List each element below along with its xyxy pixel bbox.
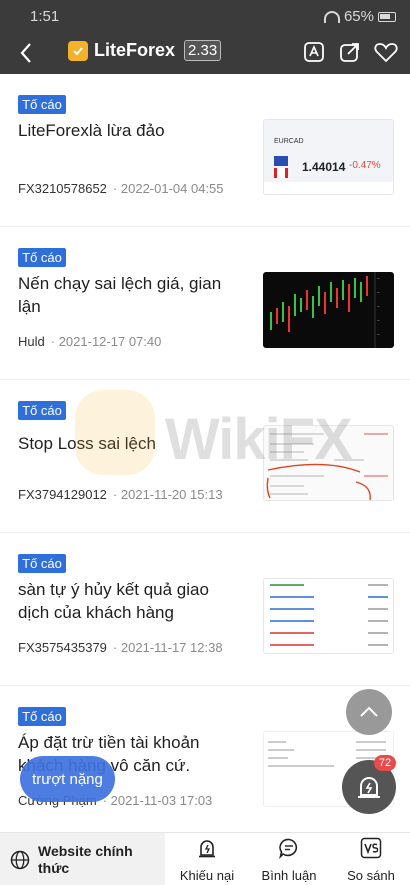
comment-nav-button[interactable]: Bình luận xyxy=(258,837,320,883)
trending-tag-button[interactable]: trượt nặng xyxy=(20,756,115,802)
bottom-nav: Website chính thức Khiếu nại Bình luận S… xyxy=(0,832,410,885)
compare-label: So sánh xyxy=(347,868,395,883)
app-header: LiteForex 2.33 xyxy=(0,32,410,74)
exposure-item[interactable]: Tố cáo Stop Loss sai lệch FX3794129012 20… xyxy=(0,380,410,533)
thumb-price: 1.44014 xyxy=(302,160,346,174)
order-list-thumbnail[interactable] xyxy=(263,578,394,654)
exposure-title: LiteForexlà lừa đảo xyxy=(18,121,165,140)
chevron-up-icon xyxy=(360,706,378,717)
header-actions xyxy=(302,40,398,64)
exposure-item[interactable]: Tố cáo LiteForexlà lừa đảo FX3210578652 2… xyxy=(0,74,410,227)
complaint-tag: Tố cáo xyxy=(18,95,66,114)
exposure-meta: FX3210578652 2022-01-04 04:55 xyxy=(18,181,224,196)
author-id: Huld xyxy=(18,334,45,349)
post-date: 2021-11-17 12:38 xyxy=(113,640,223,655)
back-arrow-icon[interactable] xyxy=(14,40,38,66)
scroll-to-top-button[interactable] xyxy=(346,689,392,735)
thumb-footer xyxy=(264,182,393,194)
exposure-item[interactable]: Tố cáo sàn tự ý hủy kết quả giao dịch củ… xyxy=(0,533,410,686)
status-bar: 1:51 65% xyxy=(0,0,410,32)
status-time: 1:51 xyxy=(30,8,60,25)
notification-badge: 72 xyxy=(374,755,396,771)
svg-text:—: — xyxy=(376,333,380,338)
compare-nav-button[interactable]: So sánh xyxy=(342,837,400,883)
comment-label: Bình luận xyxy=(261,868,317,883)
official-website-button[interactable]: Website chính thức xyxy=(0,833,165,885)
complaint-tag: Tố cáo xyxy=(18,401,66,420)
candlestick-chart-image: — — — — — xyxy=(270,272,380,348)
author-id: FX3210578652 xyxy=(18,181,107,196)
broker-score: 2.33 xyxy=(184,40,222,61)
battery-percent: 65% xyxy=(343,8,374,25)
trade-history-image xyxy=(266,433,388,500)
versus-icon xyxy=(360,837,382,859)
post-date: 2021-11-03 17:03 xyxy=(103,793,213,808)
svg-text:—: — xyxy=(376,291,380,296)
svg-text:—: — xyxy=(376,305,380,310)
complaint-label: Khiếu nại xyxy=(179,868,235,883)
post-date: 2021-12-17 07:40 xyxy=(51,334,162,349)
broker-logo-icon xyxy=(68,40,88,61)
order-list-image xyxy=(270,584,388,646)
screenshot-icon[interactable] xyxy=(302,40,326,64)
post-date: 2022-01-04 04:55 xyxy=(113,181,224,196)
complaint-nav-button[interactable]: Khiếu nại xyxy=(179,837,235,883)
complaint-tag: Tố cáo xyxy=(18,554,66,573)
thumb-change: -0.47% xyxy=(349,160,381,171)
thumb-pair: EURCAD xyxy=(274,138,304,145)
exposure-title: Stop Loss sai lệch xyxy=(18,434,156,453)
complaint-tag: Tố cáo xyxy=(18,248,66,267)
post-date: 2021-11-20 15:13 xyxy=(113,487,223,502)
globe-icon xyxy=(10,850,30,869)
author-id: FX3794129012 xyxy=(18,487,107,502)
ca-flag-icon xyxy=(274,168,288,178)
comment-icon xyxy=(279,838,298,859)
exposure-title: sàn tự ý hủy kết quả giao dịch của khách… xyxy=(18,580,209,622)
alarm-icon xyxy=(199,840,215,858)
battery-icon xyxy=(378,11,396,22)
eu-flag-icon xyxy=(274,156,288,166)
heart-icon[interactable] xyxy=(374,40,398,64)
broker-brand: LiteForex 2.33 xyxy=(68,40,222,61)
official-website-label: Website chính thức xyxy=(38,842,133,876)
trade-history-thumbnail[interactable] xyxy=(263,425,394,501)
svg-text:—: — xyxy=(376,277,380,282)
exposure-meta: Huld 2021-12-17 07:40 xyxy=(18,334,161,349)
exposure-title: Nến chạy sai lệch giá, gian lận xyxy=(18,274,222,316)
svg-text:—: — xyxy=(376,319,380,324)
complaint-tag: Tố cáo xyxy=(18,707,66,726)
wifi-icon xyxy=(323,10,340,23)
exposure-meta: FX3575435379 2021-11-17 12:38 xyxy=(18,640,223,655)
broker-name: LiteForex xyxy=(94,40,176,60)
status-icons: 65% xyxy=(323,8,396,25)
exposure-meta: FX3794129012 2021-11-20 15:13 xyxy=(18,487,223,502)
evidence-thumbnail[interactable]: EURCAD 1.44014 -0.47% xyxy=(263,119,394,195)
share-icon[interactable] xyxy=(338,40,362,64)
candlestick-chart-thumbnail[interactable]: — — — — — xyxy=(263,272,394,348)
exposure-item[interactable]: Tố cáo Nến chạy sai lệch giá, gian lận H… xyxy=(0,227,410,380)
author-id: FX3575435379 xyxy=(18,640,107,655)
alarm-icon xyxy=(358,777,380,798)
